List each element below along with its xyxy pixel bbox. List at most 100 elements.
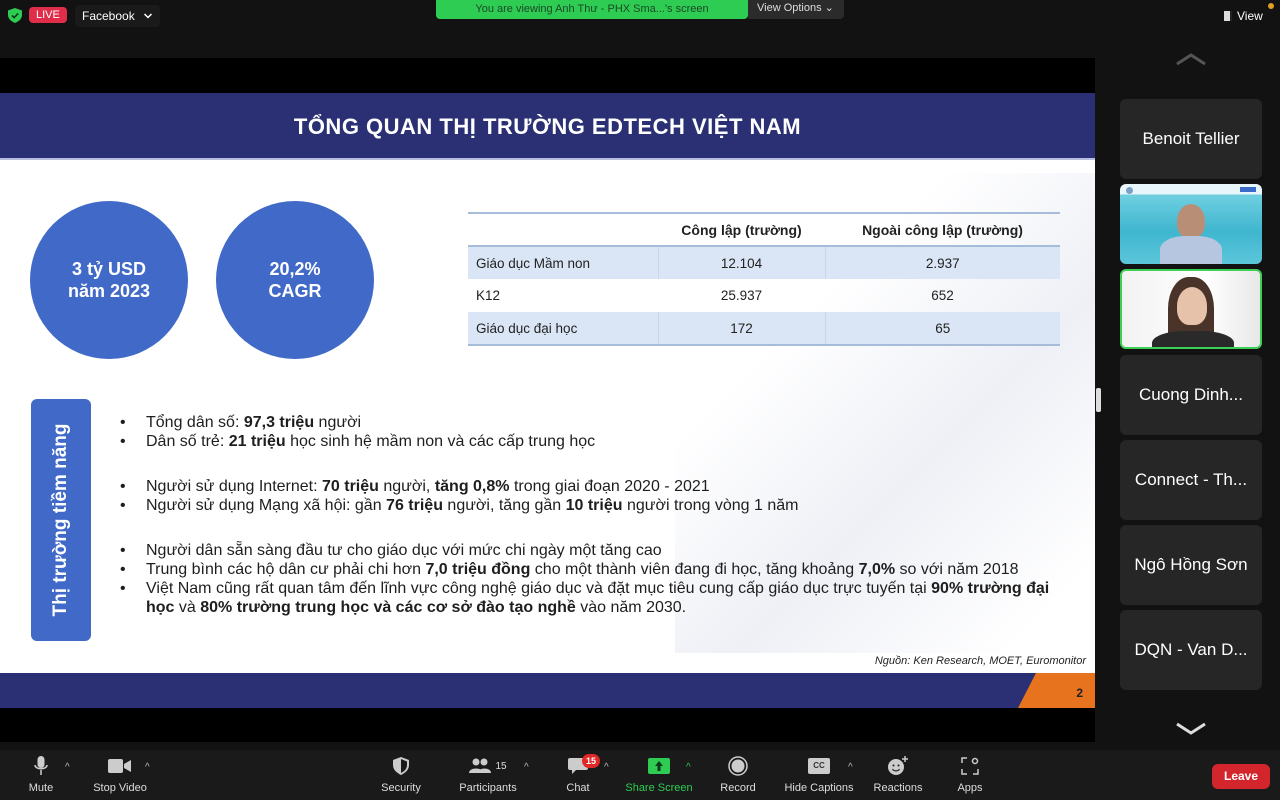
bullet-group-internet: Người sử dụng Internet: 70 triệu người, …: [120, 477, 798, 515]
participant-name: DQN - Van D...: [1134, 640, 1248, 659]
participant-name: Ngô Hồng Sơn: [1134, 555, 1248, 574]
slide-title: TỔNG QUAN THỊ TRƯỜNG EDTECH VIỆT NAM: [293, 114, 802, 139]
leave-meeting-button[interactable]: Leave: [1212, 764, 1270, 789]
chevron-down-icon: [143, 13, 152, 19]
participant-body: [1160, 236, 1222, 264]
banner-logo-icon: [1126, 187, 1133, 194]
chevron-down-icon[interactable]: [1174, 722, 1208, 736]
record-label: Record: [720, 782, 756, 794]
apps-icon: [961, 757, 979, 775]
participant-tile[interactable]: Cuong Dinh...: [1120, 355, 1262, 435]
encryption-shield-icon[interactable]: [8, 8, 22, 23]
participants-options-caret[interactable]: ^: [524, 762, 529, 773]
reactions-label: Reactions: [873, 782, 923, 794]
table-row: K12 25.937 652: [468, 279, 1060, 312]
hide-captions-label: Hide Captions: [784, 782, 854, 794]
stat-caption: năm 2023: [67, 281, 151, 301]
video-camera-icon: [108, 759, 131, 773]
bullet-item: Tổng dân số: 97,3 triệu người: [120, 413, 595, 432]
cagr-stat: 20,2% CAGR: [216, 201, 374, 359]
market-size-stat: 3 tỷ USD năm 2023: [30, 201, 188, 359]
column-header: Công lập (trường): [658, 212, 825, 247]
captions-options-caret[interactable]: ^: [848, 762, 853, 773]
participant-tile[interactable]: Benoit Tellier: [1120, 99, 1262, 179]
footer-band: [0, 673, 1095, 708]
chat-options-caret[interactable]: ^: [604, 762, 609, 773]
chevron-up-icon[interactable]: [1174, 52, 1208, 66]
participant-tile[interactable]: Connect - Th...: [1120, 440, 1262, 520]
mute-button[interactable]: Mute: [26, 752, 56, 794]
stop-video-button[interactable]: Stop Video: [90, 752, 150, 794]
participants-button[interactable]: 15 Participants: [458, 752, 518, 794]
bullet-item: Người sử dụng Internet: 70 triệu người, …: [120, 477, 798, 496]
participant-video-tile-active-speaker[interactable]: [1120, 269, 1262, 349]
view-options-label: View Options: [757, 2, 822, 14]
live-badge[interactable]: LIVE: [29, 7, 67, 23]
participant-name: Benoit Tellier: [1142, 129, 1240, 148]
reactions-emoji-icon: [888, 756, 908, 775]
bullet-group-population: Tổng dân số: 97,3 triệu người Dân số trẻ…: [120, 413, 595, 451]
view-label: View: [1237, 9, 1263, 23]
table-header-row: Công lập (trường) Ngoài công lập (trường…: [468, 212, 1060, 247]
share-screen-button[interactable]: Share Screen: [624, 752, 694, 794]
cell-value: 652: [931, 288, 954, 303]
share-screen-icon: [648, 758, 670, 774]
hide-captions-button[interactable]: CC Hide Captions: [782, 752, 856, 794]
participant-name: Connect - Th...: [1134, 470, 1248, 489]
stat-value: 3 tỷ USD: [71, 259, 147, 279]
shared-screen: TỔNG QUAN THỊ TRƯỜNG EDTECH VIỆT NAM 3 t…: [0, 58, 1095, 742]
apps-button[interactable]: Apps: [954, 752, 986, 794]
chat-label: Chat: [566, 782, 590, 794]
audio-options-caret[interactable]: ^: [65, 762, 70, 773]
unread-chat-badge: 15: [582, 754, 600, 768]
mute-label: Mute: [28, 782, 54, 794]
cell-value: 12.104: [657, 246, 825, 279]
row-label: Giáo dục đại học: [468, 312, 658, 346]
record-icon: [728, 756, 748, 776]
stat-value: 20,2%: [269, 259, 321, 279]
apps-label: Apps: [957, 782, 983, 794]
notification-dot: [1268, 3, 1274, 9]
livestream-target-dropdown[interactable]: Facebook: [75, 5, 160, 27]
share-options-caret[interactable]: ^: [686, 762, 691, 773]
participant-tile[interactable]: Ngô Hồng Sơn: [1120, 525, 1262, 605]
participant-tile[interactable]: DQN - Van D...: [1120, 610, 1262, 690]
table-row: Giáo dục đại học 172 65: [468, 312, 1060, 346]
security-button[interactable]: Security: [378, 752, 424, 794]
closed-captions-icon: CC: [808, 758, 830, 774]
cell-value: 172: [657, 312, 825, 346]
school-count-table: Công lập (trường) Ngoài công lập (trường…: [468, 212, 1060, 346]
stat-caption: CAGR: [268, 281, 322, 301]
side-label-text: Thị trường tiềm năng: [50, 423, 71, 617]
column-header: Ngoài công lập (trường): [825, 212, 1060, 247]
row-label: K12: [476, 288, 501, 303]
view-layout-button[interactable]: View: [1224, 6, 1263, 26]
share-screen-label: Share Screen: [625, 782, 693, 794]
bullet-group-spending: Người dân sẵn sàng đầu tư cho giáo dục v…: [120, 541, 1080, 617]
reactions-button[interactable]: Reactions: [872, 752, 924, 794]
security-label: Security: [381, 782, 421, 794]
row-label: Giáo dục Mầm non: [468, 246, 658, 279]
livestream-target-label: Facebook: [82, 9, 135, 23]
column-header: [468, 212, 658, 247]
potential-market-label: Thị trường tiềm năng: [31, 399, 91, 641]
participant-video-tile[interactable]: [1120, 184, 1262, 264]
layout-icon: [1224, 11, 1232, 21]
participants-count: 15: [495, 760, 507, 772]
video-options-caret[interactable]: ^: [145, 762, 150, 773]
stop-video-label: Stop Video: [93, 782, 147, 794]
source-citation: Nguồn: Ken Research, MOET, Euromonitor: [874, 655, 1086, 667]
participant-face: [1177, 204, 1205, 238]
participants-icon: [469, 758, 492, 773]
view-options-button[interactable]: View Options ⌄: [748, 0, 844, 19]
page-number: 2: [1076, 686, 1083, 700]
bullet-item: Người dân sẵn sàng đầu tư cho giáo dục v…: [120, 541, 1080, 560]
record-button[interactable]: Record: [718, 752, 758, 794]
security-shield-icon: [393, 757, 409, 775]
participant-body: [1152, 331, 1234, 347]
bullet-item: Việt Nam cũng rất quan tâm đến lĩnh vực …: [120, 579, 1080, 617]
bullet-item: Người sử dụng Mạng xã hội: gần 76 triệu …: [120, 496, 798, 515]
participant-face: [1177, 287, 1207, 325]
bullet-item: Dân số trẻ: 21 triệu học sinh hệ mầm non…: [120, 432, 595, 451]
banner-brand-icon: [1240, 187, 1256, 192]
